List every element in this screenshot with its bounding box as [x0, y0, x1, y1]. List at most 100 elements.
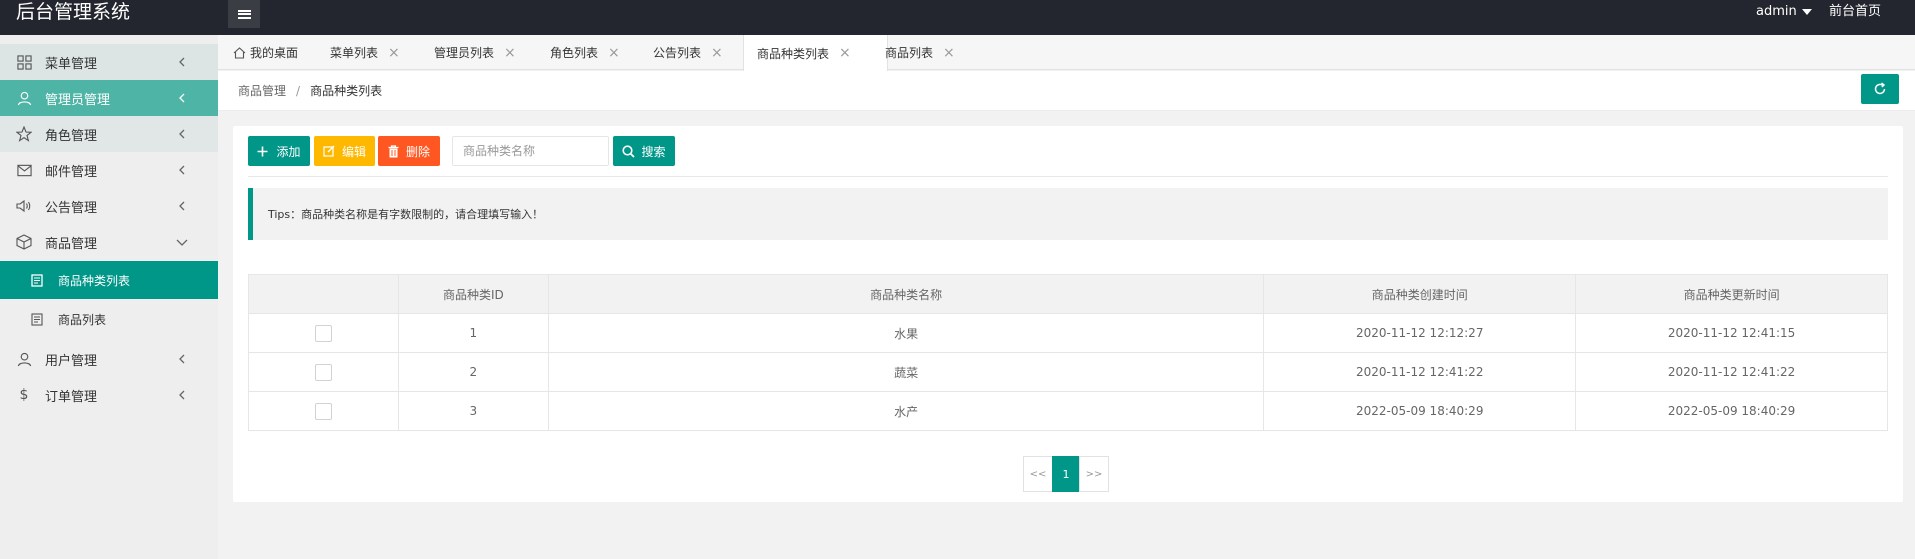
tab-label: 菜单列表 [330, 46, 379, 60]
chevron-left-icon [174, 387, 190, 403]
plus-icon [257, 146, 272, 157]
cell-name: 水果 [547, 313, 1265, 353]
delete-button-label: 删除 [405, 144, 430, 159]
user-menu[interactable]: admin [1756, 0, 1812, 24]
refresh-icon [1873, 82, 1887, 96]
chevron-left-icon [174, 90, 190, 106]
close-icon[interactable]: × [711, 45, 723, 61]
table-header-row: 商品种类ID 商品种类名称 商品种类创建时间 商品种类更新时间 [248, 274, 1888, 314]
row-select-cell [248, 313, 399, 353]
trash-icon [388, 144, 403, 158]
sidebar-item-goods[interactable]: 商品管理 [0, 224, 218, 260]
delete-button[interactable]: 删除 [378, 136, 440, 166]
row-select-cell [248, 352, 399, 392]
sidebar-subitem-goods-list[interactable]: 商品列表 [0, 300, 218, 338]
close-icon[interactable]: × [608, 45, 620, 61]
row-checkbox[interactable] [314, 363, 332, 381]
cell-created: 2020-11-12 12:12:27 [1263, 313, 1577, 353]
category-table: 商品种类ID 商品种类名称 商品种类创建时间 商品种类更新时间 1 水果 202… [248, 274, 1888, 431]
star-icon [16, 126, 32, 142]
app-title: 后台管理系统 [16, 1, 131, 23]
sidebar-subitem-goods-category[interactable]: 商品种类列表 [0, 261, 218, 299]
tab-label: 商品列表 [885, 46, 934, 60]
row-checkbox[interactable] [314, 324, 332, 342]
tips-text: Tips：商品种类名称是有字数限制的，请合理填写输入！ [268, 208, 544, 221]
top-header: 后台管理系统 admin 前台首页 [0, 0, 1915, 35]
doc-icon [30, 312, 44, 326]
breadcrumb-current: 商品种类列表 [310, 84, 383, 98]
sidebar-item-admin[interactable]: 管理员管理 [0, 80, 218, 116]
column-header-id: 商品种类ID [397, 274, 549, 314]
hamburger-icon [237, 9, 251, 19]
tab-home[interactable]: 我的桌面 [233, 35, 298, 70]
breadcrumb: 商品管理 / 商品种类列表 [238, 71, 382, 111]
table-row[interactable]: 3 水产 2022-05-09 18:40:29 2022-05-09 18:4… [248, 391, 1888, 431]
box-icon [16, 234, 32, 250]
tab-admin-list[interactable]: 管理员列表 × [434, 35, 516, 70]
tab-label: 角色列表 [550, 46, 599, 60]
cell-name: 水产 [547, 391, 1265, 431]
sidebar-item-label: 商品管理 [45, 236, 98, 252]
sidebar-item-notice[interactable]: 公告管理 [0, 188, 218, 224]
column-header-created: 商品种类创建时间 [1263, 274, 1577, 314]
chevron-down-icon [174, 234, 190, 250]
sidebar-item-user[interactable]: 用户管理 [0, 341, 218, 377]
sidebar-item-label: 角色管理 [45, 128, 98, 144]
sidebar: 菜单管理 管理员管理 角色管理 邮件管理 公告管理 商品管理 商品种类列表 商品… [0, 35, 218, 559]
edit-button[interactable]: 编辑 [314, 136, 375, 166]
row-checkbox[interactable] [314, 402, 332, 420]
grid-icon [16, 54, 32, 70]
table-row[interactable]: 1 水果 2020-11-12 12:12:27 2020-11-12 12:4… [248, 313, 1888, 353]
sidebar-item-mail[interactable]: 邮件管理 [0, 152, 218, 188]
cell-updated: 2020-11-12 12:41:22 [1575, 352, 1888, 392]
front-home-link[interactable]: 前台首页 [1829, 0, 1881, 24]
pagination: << 1 >> [1023, 456, 1109, 492]
edit-button-label: 编辑 [341, 144, 366, 159]
chevron-left-icon [174, 351, 190, 367]
next-page-button[interactable]: >> [1079, 456, 1109, 492]
chevron-left-icon [174, 162, 190, 178]
cell-id: 1 [397, 313, 549, 353]
content-card: 添加 编辑 删除 搜索 Tips：商品种类名称是有字数限制的，请合理填写输入！ … [233, 126, 1903, 502]
sidebar-item-role[interactable]: 角色管理 [0, 116, 218, 152]
sidebar-subitem-label: 商品列表 [58, 312, 107, 327]
tab-label: 我的桌面 [250, 46, 299, 60]
close-icon[interactable]: × [388, 45, 400, 61]
page-button-current[interactable]: 1 [1052, 456, 1080, 492]
close-icon[interactable]: × [504, 45, 516, 61]
chevron-left-icon [174, 198, 190, 214]
user-icon [16, 351, 32, 367]
dollar-icon: $ [19, 387, 29, 403]
close-icon[interactable]: × [839, 45, 851, 61]
row-select-cell [248, 391, 399, 431]
breadcrumb-parent[interactable]: 商品管理 [238, 84, 286, 98]
add-button[interactable]: 添加 [248, 136, 310, 166]
username: admin [1756, 4, 1797, 19]
sidebar-item-label: 公告管理 [45, 200, 98, 216]
cell-created: 2022-05-09 18:40:29 [1263, 391, 1577, 431]
breadcrumb-separator: / [296, 84, 301, 98]
menu-toggle-button[interactable] [228, 0, 260, 28]
mail-icon [16, 162, 32, 178]
tab-goods-category-list[interactable]: 商品种类列表 × [743, 35, 888, 71]
tab-notice-list[interactable]: 公告列表 × [653, 35, 723, 70]
sidebar-item-label: 用户管理 [45, 353, 98, 369]
cell-id: 3 [397, 391, 549, 431]
close-icon[interactable]: × [943, 45, 955, 61]
sidebar-item-menu[interactable]: 菜单管理 [0, 44, 218, 80]
cell-created: 2020-11-12 12:41:22 [1263, 352, 1577, 392]
sidebar-item-label: 管理员管理 [45, 92, 111, 108]
tab-role-list[interactable]: 角色列表 × [550, 35, 620, 70]
tab-goods-list[interactable]: 商品列表 × [885, 35, 955, 70]
sidebar-item-order[interactable]: $ 订单管理 [0, 377, 218, 413]
search-button[interactable]: 搜索 [613, 136, 675, 166]
table-row[interactable]: 2 蔬菜 2020-11-12 12:41:22 2020-11-12 12:4… [248, 352, 1888, 392]
prev-page-button[interactable]: << [1023, 456, 1053, 492]
cell-updated: 2022-05-09 18:40:29 [1575, 391, 1888, 431]
column-header-select [248, 274, 399, 314]
refresh-button[interactable] [1861, 74, 1899, 104]
search-icon [622, 144, 639, 158]
tab-menu-list[interactable]: 菜单列表 × [330, 35, 400, 70]
category-name-search-input[interactable] [452, 136, 609, 166]
add-button-label: 添加 [276, 144, 301, 159]
